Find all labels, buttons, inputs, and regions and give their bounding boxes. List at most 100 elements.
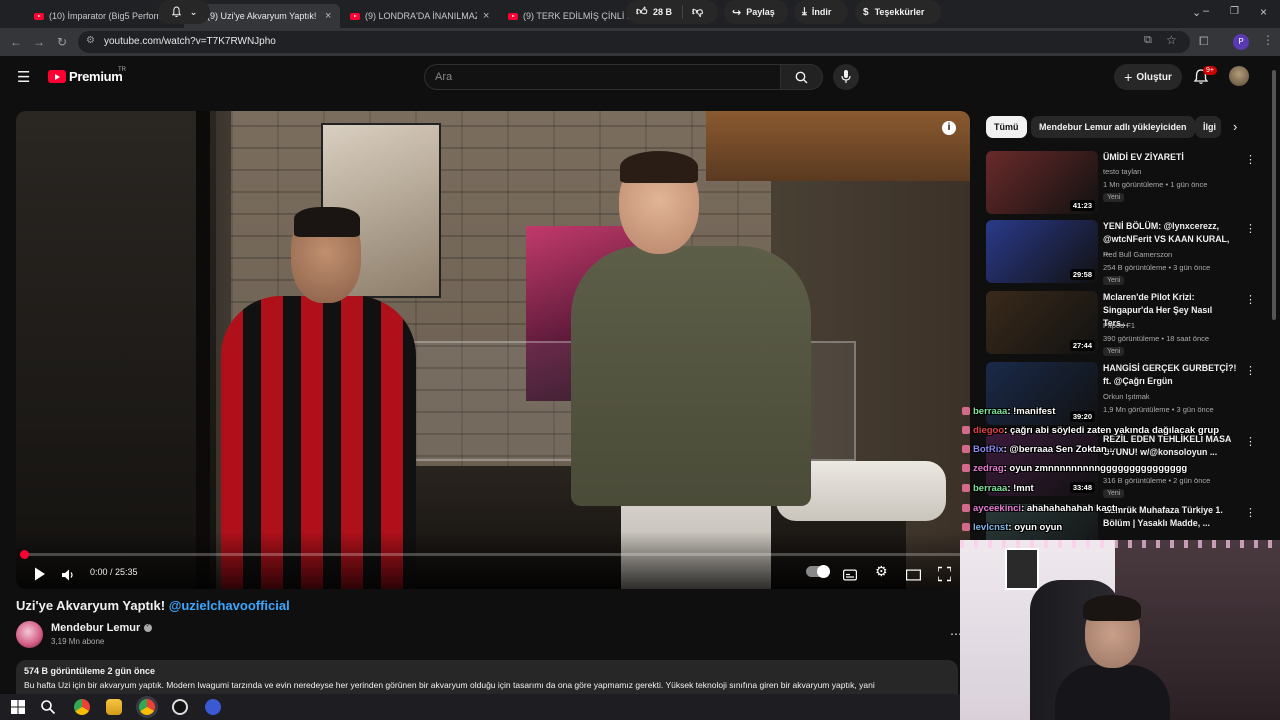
channel-name[interactable]: Mendebur Lemur (51, 622, 153, 634)
recommendation-title[interactable]: HANGİSİ GERÇEK GURBETÇİ?! ft. @Çağrı Erg… (1103, 362, 1237, 388)
new-badge: Yeni (1103, 193, 1125, 202)
bookmark-star-icon[interactable]: ☆ (1166, 33, 1177, 47)
browser-address-bar: ← → ↻ ⚙ youtube.com/watch?v=T7K7RWNJpho … (0, 28, 1280, 56)
reload-icon[interactable]: ↻ (57, 35, 67, 49)
restore-window-icon[interactable]: ❐ (1230, 6, 1239, 17)
channel-avatar[interactable] (16, 621, 43, 648)
more-options-icon[interactable]: ⋮ (1245, 435, 1256, 448)
video-duration: 41:23 (1069, 200, 1095, 211)
install-app-icon[interactable]: ⧉ (1144, 34, 1152, 47)
account-avatar[interactable] (1229, 66, 1249, 86)
recommendation-channel[interactable]: Red Bull Gamerszon (1103, 250, 1172, 259)
browser-tab-3[interactable]: (9) LONDRA'DA İNANILMAZ SÜ × (342, 4, 498, 28)
thanks-button[interactable]: $ Teşekkürler (855, 0, 941, 24)
voice-search-button[interactable] (833, 64, 859, 90)
close-tab-icon[interactable]: × (483, 10, 489, 22)
like-icon[interactable]: 👍︎ (636, 5, 648, 18)
verified-badge-icon (144, 622, 153, 633)
divider (682, 5, 683, 19)
recommendation-title[interactable]: REZİL EDEN TEHLİKELİ MASA OYUNU! w/@kons… (1103, 433, 1237, 459)
download-button[interactable]: ⤓ İndir (794, 0, 848, 24)
search-icon[interactable] (40, 699, 56, 715)
info-icon[interactable]: i (942, 121, 956, 135)
chip-uploader[interactable]: Mendebur Lemur adlı yükleyiciden (1031, 116, 1195, 138)
site-info-icon[interactable]: ⚙ (86, 35, 95, 46)
more-options-icon[interactable]: ⋮ (1245, 293, 1256, 306)
chrome-active-icon[interactable] (139, 699, 155, 715)
play-icon[interactable] (34, 565, 46, 583)
chat-username: zedrag (973, 463, 1004, 474)
browser-menu-icon[interactable]: ⋮ (1262, 33, 1274, 47)
chevron-right-icon[interactable]: › (1233, 119, 1237, 134)
windows-taskbar (0, 694, 960, 720)
tab-title: (10) İmparator (Big5 Performans (49, 11, 161, 21)
video-thumbnail[interactable]: 41:23 (986, 151, 1098, 214)
chat-text: : @berraaa Sen Zoktan... (1003, 444, 1115, 455)
recommendation-card[interactable]: 27:44 Mclaren'de Pilot Krizi: Singapur'da… (986, 291, 1258, 356)
video-thumbnail[interactable]: 29:58 (986, 220, 1098, 283)
hamburger-menu-icon[interactable]: ☰ (17, 68, 30, 86)
window (16, 111, 216, 589)
file-explorer-icon[interactable] (106, 699, 122, 715)
more-options-icon[interactable]: ⋮ (1245, 506, 1256, 519)
share-arrow-icon: ↪ (732, 6, 742, 19)
subscription-bell-button[interactable]: ⌄ (158, 0, 210, 24)
back-icon[interactable]: ← (10, 35, 22, 49)
profile-avatar[interactable]: P (1233, 34, 1249, 50)
close-window-icon[interactable]: × (1260, 5, 1267, 19)
thanks-icon: $ (863, 6, 869, 18)
new-badge: Yeni (1103, 276, 1125, 285)
recommendation-channel[interactable]: testo taylan (1103, 167, 1141, 176)
logo-text[interactable]: Premium (69, 69, 123, 84)
dislike-icon[interactable]: 👎︎ (692, 5, 703, 18)
recommendation-card[interactable]: 29:58 YENİ BÖLÜM: @lynxcerezz, @wtcNFerit… (986, 220, 1258, 285)
messenger-icon[interactable] (205, 699, 221, 715)
video-title-handle-link[interactable]: @uzielchavoofficial (169, 598, 290, 613)
tab-title: (9) Uzi'ye Akvaryum Yaptık! @u (207, 11, 319, 21)
share-button[interactable]: ↪ Paylaş (724, 0, 788, 24)
close-tab-icon[interactable]: × (325, 10, 331, 22)
search-button[interactable] (781, 64, 823, 90)
chevron-down-icon: ⌄ (189, 6, 198, 17)
chrome-icon[interactable] (74, 699, 90, 715)
autoplay-toggle[interactable] (806, 565, 830, 578)
volume-icon[interactable] (62, 566, 75, 584)
subtitles-icon[interactable] (843, 566, 857, 584)
more-options-icon[interactable]: ⋮ (1245, 153, 1256, 166)
url-field[interactable]: ⚙ youtube.com/watch?v=T7K7RWNJpho ⧉ ☆ (78, 31, 1190, 53)
notifications-badge: 9+ (1203, 66, 1217, 75)
chip-related[interactable]: İlgi (1195, 116, 1221, 138)
recommendation-channel[interactable]: Pitpod F1 (1103, 321, 1135, 330)
recommendation-channel[interactable]: Orkun Işıtmak (1103, 392, 1150, 401)
settings-gear-icon[interactable]: ⚙ (875, 563, 888, 581)
video-player[interactable]: i 0:00 / 25:35 ⚙ (16, 111, 970, 589)
more-options-icon[interactable]: ⋮ (1245, 222, 1256, 235)
more-options-icon[interactable]: ⋮ (1245, 364, 1256, 377)
app-icon[interactable] (172, 699, 188, 715)
youtube-logo-icon[interactable] (48, 70, 66, 83)
create-button[interactable]: + Oluştur (1114, 64, 1182, 90)
chat-badge-icon (962, 523, 970, 532)
forward-icon[interactable]: → (33, 35, 45, 49)
recommendation-title[interactable]: Gümrük Muhafaza Türkiye 1. Bölüm | Yasak… (1103, 504, 1237, 530)
chat-badge-icon (962, 445, 970, 454)
video-thumbnail[interactable]: 27:44 (986, 291, 1098, 354)
chat-username: berraaa (973, 483, 1008, 494)
scrollbar-thumb[interactable] (1272, 70, 1276, 320)
scrubber-handle[interactable] (20, 550, 29, 559)
chat-text: : oyun zmnnnnnnnnnggggggggggggggg (1003, 463, 1188, 474)
chip-all[interactable]: Tümü (986, 116, 1027, 138)
theater-mode-icon[interactable] (906, 566, 921, 584)
progress-bar[interactable] (24, 553, 962, 556)
recommendation-stats: 390 görüntüleme • 18 saat önce (1103, 334, 1210, 343)
search-input[interactable]: Ara (424, 64, 781, 90)
chevron-down-icon[interactable]: ⌄ (1192, 6, 1201, 19)
minimize-window-icon[interactable]: – (1203, 5, 1209, 17)
chat-text: : çağrı abi söyledi zaten yakında dağıla… (1004, 425, 1220, 436)
like-count[interactable]: 28 B (653, 7, 672, 17)
recommendation-title[interactable]: ÜMİDİ EV ZİYARETİ (1103, 151, 1237, 164)
extensions-icon[interactable]: ⧠ (1199, 34, 1209, 49)
fullscreen-icon[interactable] (938, 565, 951, 583)
recommendation-card[interactable]: 41:23 ÜMİDİ EV ZİYARETİ testo taylan 1 Mn g… (986, 151, 1258, 215)
windows-start-icon[interactable] (10, 699, 26, 715)
